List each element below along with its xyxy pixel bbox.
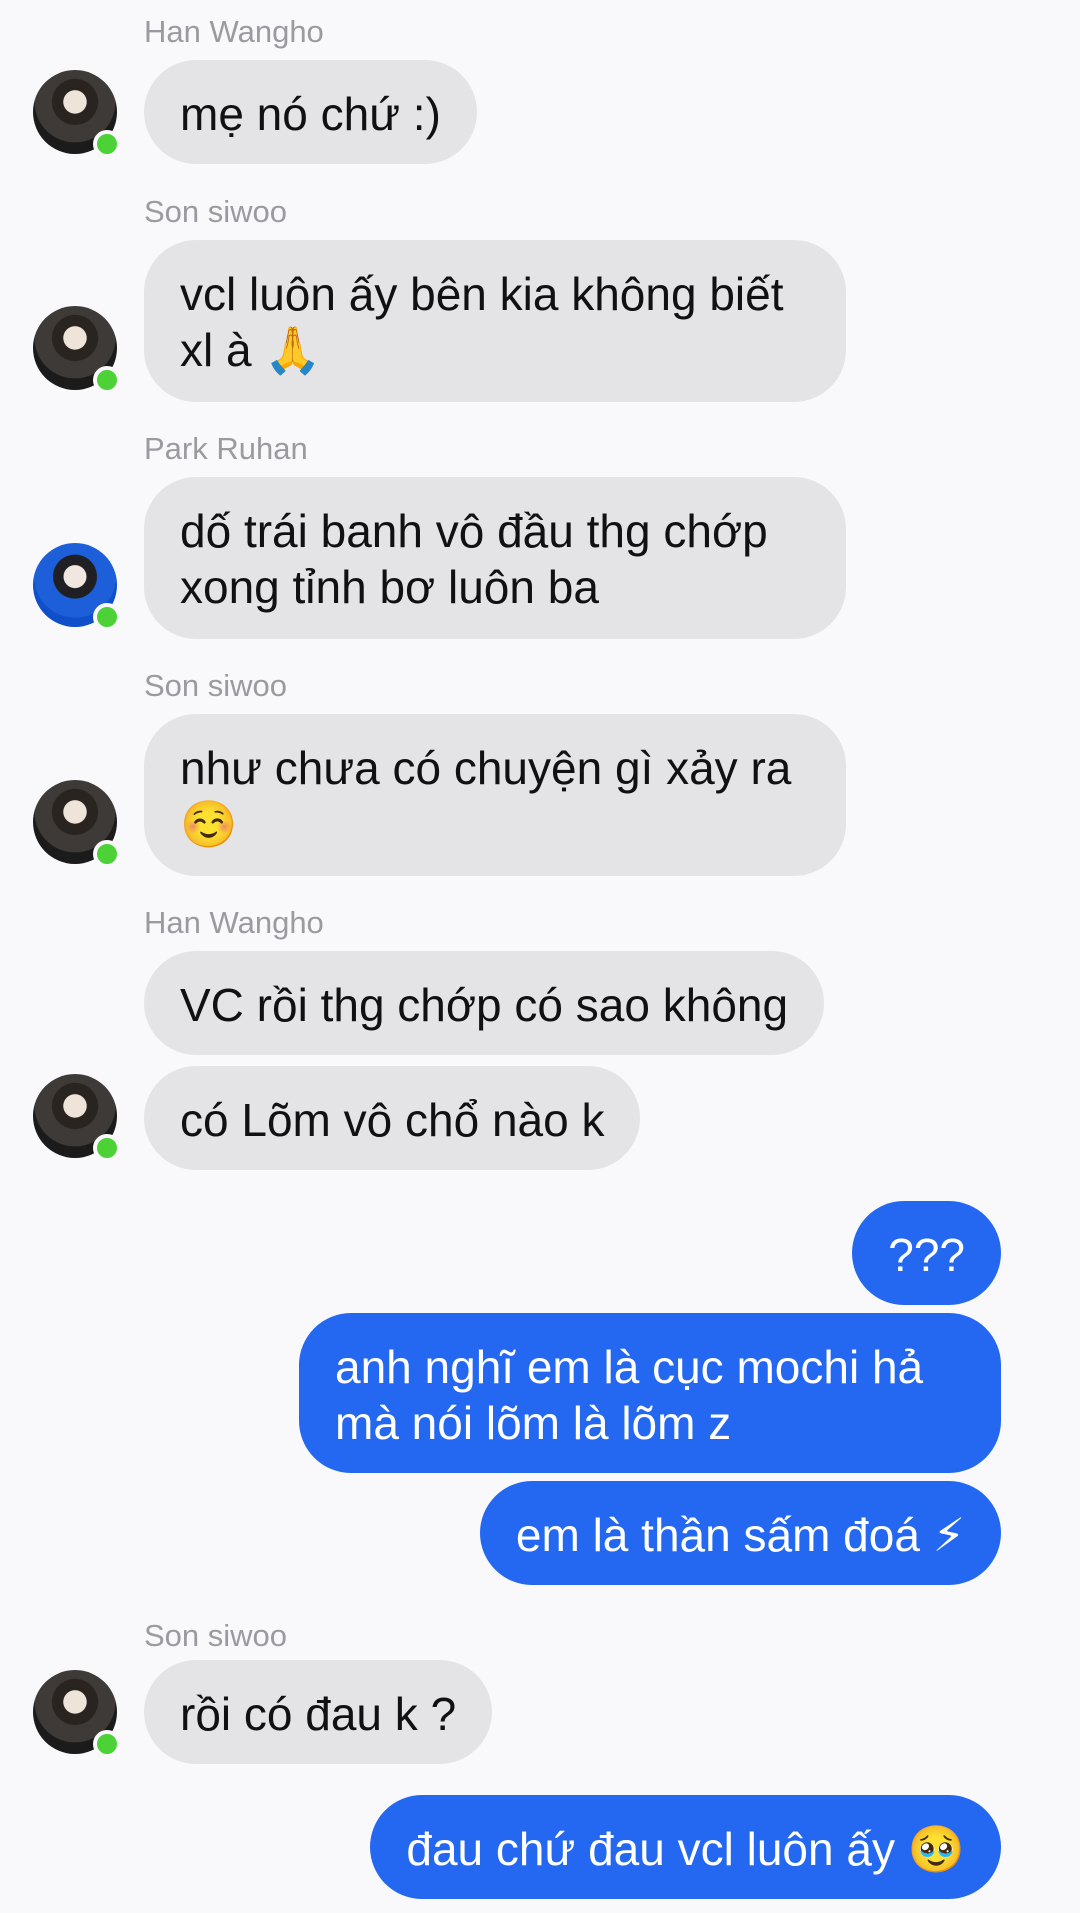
avatar[interactable] bbox=[33, 1074, 121, 1162]
outgoing-message-bubble[interactable]: đau chứ đau vcl luôn ấy 🥹 bbox=[370, 1795, 1001, 1899]
online-status-dot bbox=[93, 130, 121, 158]
message-bubble[interactable]: VC rồi thg chớp có sao không bbox=[144, 951, 825, 1055]
message-bubble[interactable]: vcl luôn ấy bên kia không biết xl à 🙏 bbox=[144, 240, 846, 402]
avatar[interactable] bbox=[33, 306, 121, 394]
message-bubble[interactable]: dố trái banh vô đầu thg chớp xong tỉnh b… bbox=[144, 477, 846, 639]
message-bubble[interactable]: rồi có đau k ? bbox=[144, 1660, 493, 1764]
chat-thread: Han Wangho mẹ nó chứ :) Son siwoo vcl lu… bbox=[0, 0, 1080, 1913]
sender-name: Son siwoo bbox=[144, 1618, 288, 1653]
online-status-dot bbox=[93, 603, 121, 631]
sender-name: Son siwoo bbox=[144, 668, 288, 703]
message-bubble[interactable]: mẹ nó chứ :) bbox=[144, 60, 477, 164]
online-status-dot bbox=[93, 840, 121, 868]
online-status-dot bbox=[93, 366, 121, 394]
message-bubble[interactable]: như chưa có chuyện gì xảy ra ☺️ bbox=[144, 714, 846, 876]
sender-name: Park Ruhan bbox=[144, 431, 308, 466]
avatar[interactable] bbox=[33, 780, 121, 868]
sender-name: Han Wangho bbox=[144, 905, 324, 940]
avatar[interactable] bbox=[33, 543, 121, 631]
avatar[interactable] bbox=[33, 1670, 121, 1758]
outgoing-message-bubble[interactable]: ??? bbox=[852, 1201, 1001, 1305]
online-status-dot bbox=[93, 1730, 121, 1758]
sender-name: Han Wangho bbox=[144, 14, 324, 49]
message-bubble[interactable]: có Lõm vô chổ nào k bbox=[144, 1066, 641, 1170]
outgoing-message-bubble[interactable]: em là thần sấm đoá ⚡ bbox=[479, 1481, 1001, 1585]
sender-name: Son siwoo bbox=[144, 194, 288, 229]
avatar[interactable] bbox=[33, 70, 121, 158]
online-status-dot bbox=[93, 1134, 121, 1162]
outgoing-message-bubble[interactable]: anh nghĩ em là cục mochi hả mà nói lõm l… bbox=[299, 1313, 1001, 1473]
